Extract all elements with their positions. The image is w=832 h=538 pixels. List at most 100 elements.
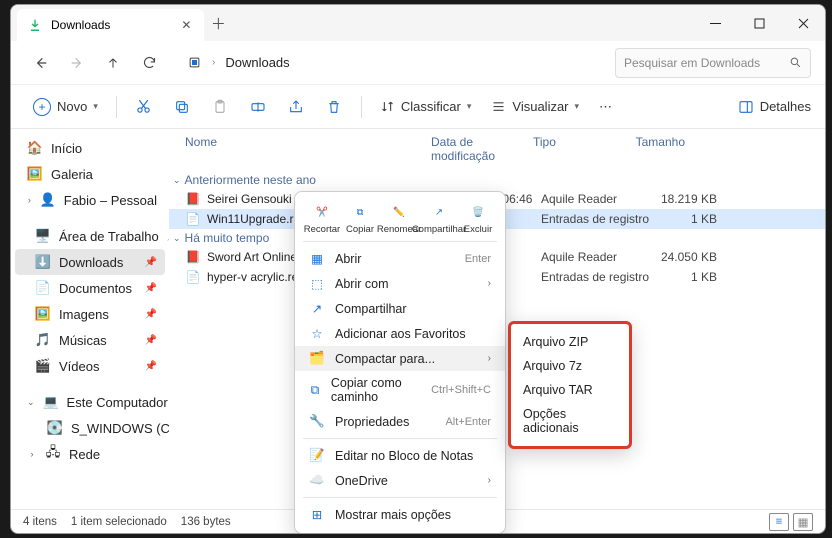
ctx-notepad[interactable]: 📝Editar no Bloco de Notas [295, 443, 505, 468]
star-icon: ☆ [309, 326, 325, 341]
chevron-down-icon: ⌄ [173, 233, 181, 244]
sidebar-desktop[interactable]: 🖥️Área de Trabalho📌 [15, 223, 165, 249]
sidebar-images[interactable]: 🖼️Imagens📌 [15, 301, 165, 327]
chevron-down-icon[interactable]: ⌄ [27, 397, 35, 408]
view-details-button[interactable]: ≡ [769, 513, 789, 531]
open-icon: ▦ [309, 251, 325, 266]
view-thumbnails-button[interactable]: ▦ [793, 513, 813, 531]
ctx-compress[interactable]: 🗂️Compactar para...› [295, 346, 505, 371]
sidebar-music[interactable]: 🎵Músicas📌 [15, 327, 165, 353]
sort-button[interactable]: Classificar ▾ [372, 92, 480, 122]
status-bytes: 136 bytes [181, 516, 231, 528]
up-button[interactable] [97, 47, 129, 79]
refresh-button[interactable] [133, 47, 165, 79]
submenu-more[interactable]: Opções adicionais [511, 402, 629, 440]
copy-icon: ⧉ [350, 202, 370, 222]
paste-button[interactable] [203, 92, 237, 122]
rename-button[interactable] [241, 92, 275, 122]
maximize-button[interactable] [737, 5, 781, 41]
user-icon: 👤 [40, 192, 56, 208]
tab-close-icon[interactable]: ✕ [178, 18, 194, 32]
cut-button[interactable] [127, 92, 161, 122]
close-button[interactable] [781, 5, 825, 41]
context-menu: ✂️Recortar ⧉Copiar ✏️Renomear ↗Compartil… [294, 191, 506, 534]
rename-icon: ✏️ [389, 202, 409, 222]
trash-icon: 🗑️ [468, 202, 488, 222]
ctx-delete[interactable]: 🗑️Excluir [459, 202, 497, 235]
chevron-right-icon[interactable]: › [27, 449, 37, 459]
ctx-open[interactable]: ▦AbrirEnter [295, 246, 505, 271]
wrench-icon: 🔧 [309, 414, 325, 429]
forward-button[interactable] [61, 47, 93, 79]
ctx-openwith[interactable]: ⬚Abrir com› [295, 271, 505, 296]
ctx-onedrive[interactable]: ☁️OneDrive› [295, 468, 505, 493]
titlebar: Downloads ✕ ＋ [11, 5, 825, 41]
epub-icon: 📕 [185, 191, 201, 207]
ctx-more[interactable]: ⊞Mostrar mais opções [295, 502, 505, 527]
breadcrumb[interactable]: › Downloads [187, 55, 290, 70]
back-button[interactable] [25, 47, 57, 79]
view-icon [491, 99, 506, 114]
video-icon: 🎬 [35, 358, 51, 374]
chevron-right-icon: › [488, 278, 491, 289]
tab-downloads[interactable]: Downloads ✕ [17, 9, 204, 41]
details-icon [738, 99, 754, 115]
search-input[interactable]: Pesquisar em Downloads [615, 48, 811, 78]
compress-submenu: Arquivo ZIP Arquivo 7z Arquivo TAR Opçõe… [508, 321, 632, 449]
sidebar-home[interactable]: 🏠Início [15, 135, 165, 161]
link-icon: ⧉ [309, 383, 321, 398]
chevron-right-icon[interactable]: › [27, 195, 32, 205]
col-type[interactable]: Tipo [529, 133, 617, 165]
epub-icon: 📕 [185, 249, 201, 265]
more-icon: ⊞ [309, 507, 325, 522]
sidebar-personal[interactable]: ›👤Fabio – Pessoal [15, 187, 165, 213]
tab-label: Downloads [51, 18, 110, 32]
col-date[interactable]: Data de modificação [427, 133, 529, 165]
ctx-copypath[interactable]: ⧉Copiar como caminhoCtrl+Shift+C [295, 371, 505, 409]
ctx-copy[interactable]: ⧉Copiar [341, 202, 379, 235]
ctx-favorite[interactable]: ☆Adicionar aos Favoritos [295, 321, 505, 346]
sidebar-gallery[interactable]: 🖼️Galeria [15, 161, 165, 187]
submenu-7z[interactable]: Arquivo 7z [511, 354, 629, 378]
new-button[interactable]: + Novo ▾ [25, 92, 106, 122]
download-icon: ⬇️ [35, 254, 51, 270]
ctx-share-item[interactable]: ↗Compartilhar [295, 296, 505, 321]
sidebar-downloads[interactable]: ⬇️Downloads📌 [15, 249, 165, 275]
details-pane-button[interactable]: Detalhes [738, 99, 811, 115]
delete-button[interactable] [317, 92, 351, 122]
chevron-down-icon: ▾ [467, 101, 472, 112]
column-headers: Nome Data de modificação Tipo Tamanho [169, 129, 825, 171]
status-selected: 1 item selecionado [71, 516, 167, 528]
col-name[interactable]: Nome [181, 133, 427, 165]
group-earlier-this-year[interactable]: ⌄Anteriormente neste ano [169, 171, 825, 189]
submenu-tar[interactable]: Arquivo TAR [511, 378, 629, 402]
col-size[interactable]: Tamanho [617, 133, 689, 165]
sidebar-documents[interactable]: 📄Documentos📌 [15, 275, 165, 301]
cut-icon: ✂️ [312, 202, 332, 222]
sidebar-cdrive[interactable]: 💽S_WINDOWS (C:) [15, 415, 165, 441]
share-button[interactable] [279, 92, 313, 122]
sidebar-network[interactable]: ›🖧Rede [15, 441, 165, 467]
crumb-downloads[interactable]: Downloads [225, 55, 289, 70]
pin-icon: 📌 [145, 257, 157, 268]
ctx-share[interactable]: ↗Compartilhar [419, 202, 459, 235]
network-icon: 🖧 [45, 446, 61, 462]
download-icon [27, 17, 43, 33]
submenu-zip[interactable]: Arquivo ZIP [511, 330, 629, 354]
ctx-cut[interactable]: ✂️Recortar [303, 202, 341, 235]
reg-icon: 📄 [185, 211, 201, 227]
toolbar: + Novo ▾ Classificar ▾ Visualizar ▾ ⋯ De… [11, 85, 825, 129]
reg-icon: 📄 [185, 269, 201, 285]
copy-button[interactable] [165, 92, 199, 122]
ctx-props[interactable]: 🔧PropriedadesAlt+Enter [295, 409, 505, 434]
more-button[interactable]: ⋯ [591, 92, 620, 122]
chevron-down-icon: ⌄ [173, 175, 181, 186]
sidebar-videos[interactable]: 🎬Vídeos📌 [15, 353, 165, 379]
chevron-down-icon: ▾ [575, 101, 580, 112]
new-tab-button[interactable]: ＋ [204, 13, 232, 34]
pin-icon: 📌 [145, 283, 157, 294]
gallery-icon: 🖼️ [27, 166, 43, 182]
view-button[interactable]: Visualizar ▾ [483, 92, 587, 122]
minimize-button[interactable] [693, 5, 737, 41]
sidebar-thispc[interactable]: ⌄💻Este Computador [15, 389, 165, 415]
